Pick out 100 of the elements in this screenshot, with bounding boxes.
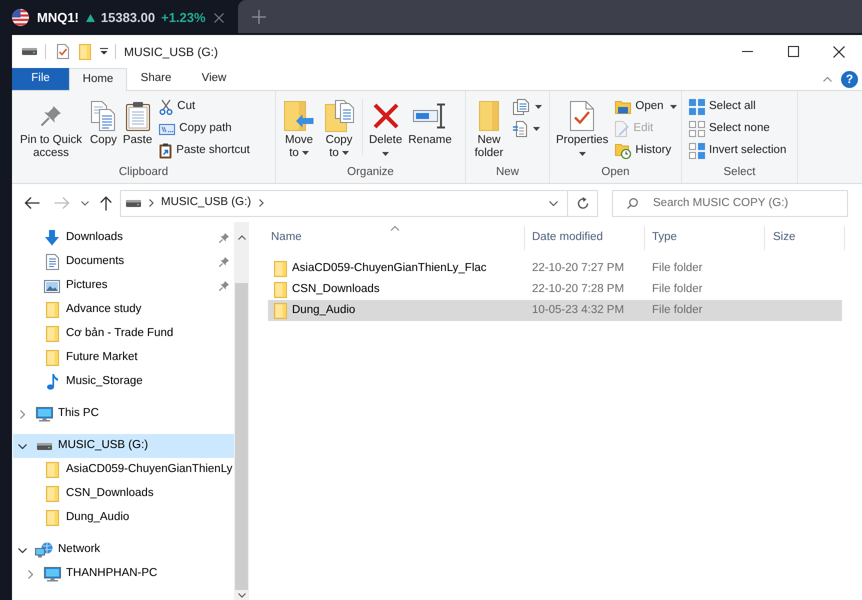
file-row[interactable]: Dung_Audio 10-05-23 4:32 PM File folder: [268, 300, 842, 321]
ticker-symbol: MNQ1!: [37, 8, 79, 27]
ribbon-small-button[interactable]: [510, 96, 545, 118]
ribbon-small-button[interactable]: Select all: [686, 96, 790, 118]
minimize-icon[interactable]: [742, 51, 752, 52]
nav-item[interactable]: Pictures: [13, 274, 234, 298]
document-icon: [513, 121, 527, 137]
nav-item[interactable]: CSN_Downloads: [13, 482, 234, 506]
refresh-button[interactable]: [568, 190, 598, 216]
folder-icon: [46, 302, 58, 318]
nav-item[interactable]: MUSIC_USB (G:): [13, 434, 234, 458]
maximize-icon[interactable]: [788, 46, 798, 57]
ribbon-button[interactable]: Copy to: [320, 91, 358, 161]
drive-icon: [36, 442, 52, 450]
chevron-right-icon[interactable]: [149, 199, 154, 207]
pencil-document-icon: [615, 121, 630, 137]
nav-item[interactable]: Future Market: [13, 346, 234, 370]
chevron-down-icon[interactable]: [81, 200, 89, 206]
scrollbar[interactable]: [234, 222, 249, 600]
ribbon-button[interactable]: Move to: [280, 91, 318, 161]
group-label: New: [496, 165, 519, 180]
chevron-right-icon[interactable]: [20, 410, 24, 418]
address-bar[interactable]: MUSIC_USB (G:): [120, 190, 568, 216]
chevron-right-icon[interactable]: [28, 570, 32, 578]
folder-icon: [274, 282, 287, 298]
ribbon-button[interactable]: Paste: [120, 91, 154, 161]
checkmark-document-icon[interactable]: [57, 44, 69, 59]
nav-item[interactable]: Network: [13, 538, 234, 562]
ribbon-button[interactable]: Delete: [367, 91, 404, 161]
ribbon-tab[interactable]: Share: [127, 68, 185, 90]
column-header[interactable]: Date modified: [525, 226, 645, 250]
help-button[interactable]: ?: [841, 70, 858, 88]
scroll-down-icon[interactable]: [238, 592, 246, 598]
ribbon-small-button[interactable]: Invert selection: [686, 140, 790, 162]
nav-item[interactable]: This PC: [13, 402, 234, 426]
search-icon: [627, 198, 638, 208]
nav-item[interactable]: Advance study: [13, 298, 234, 322]
ribbon-small-button[interactable]: Cut: [156, 96, 253, 118]
chevron-down-icon[interactable]: [549, 200, 558, 206]
window-title: MUSIC_USB (G:): [124, 44, 218, 60]
nav-item[interactable]: Documents: [13, 250, 234, 274]
nav-item[interactable]: Music_Storage: [13, 370, 234, 394]
ribbon-tab[interactable]: View: [185, 68, 243, 90]
ribbon-tab[interactable]: File: [12, 68, 69, 90]
ribbon-small-button[interactable]: History: [612, 140, 680, 162]
drive-icon: [22, 48, 37, 55]
ribbon-button[interactable]: Properties: [554, 91, 610, 161]
folder-icon: [274, 302, 287, 318]
chevron-down-icon[interactable]: [18, 548, 26, 552]
price-text: 15383.00: [100, 8, 156, 27]
scroll-up-icon[interactable]: [238, 234, 246, 240]
folder-icon: [46, 350, 58, 366]
plus-icon[interactable]: [252, 10, 266, 24]
ribbon-small-button[interactable]: Copy path: [156, 118, 253, 140]
file-name: CSN_Downloads: [292, 282, 380, 297]
folder-icon: [479, 101, 499, 131]
ribbon-small-button[interactable]: Select none: [686, 118, 790, 140]
ribbon-button[interactable]: Copy: [88, 91, 119, 161]
clipboard-icon: [126, 101, 150, 131]
chevron-down-icon[interactable]: [18, 444, 26, 448]
documents-icon: [513, 99, 529, 115]
ribbon-small-button[interactable]: Open: [612, 96, 680, 118]
column-header[interactable]: Size: [765, 226, 845, 250]
search-field[interactable]: Search MUSIC COPY (G:): [612, 190, 848, 216]
monitor-icon: [44, 566, 60, 582]
type-cell: File folder: [652, 304, 702, 316]
ribbon-button[interactable]: Pin to Quick access: [16, 91, 86, 161]
caret-down-icon: [670, 105, 677, 109]
ribbon-button[interactable]: Rename: [406, 91, 454, 161]
nav-item[interactable]: AsiaCD059-ChuyenGianThienLy: [13, 458, 234, 482]
clock-folder-icon: [615, 143, 632, 159]
file-row[interactable]: CSN_Downloads 22-10-20 7:28 PM File folder: [268, 279, 842, 300]
column-header[interactable]: Name: [265, 226, 525, 250]
chevron-up-icon[interactable]: [823, 76, 832, 82]
file-row[interactable]: AsiaCD059-ChuyenGianThienLy_Flac 22-10-20 7:27 PM File folder: [268, 258, 842, 279]
file-name: Dung_Audio: [292, 302, 356, 318]
breadcrumb[interactable]: MUSIC_USB (G:): [161, 194, 252, 212]
scrollbar-thumb[interactable]: [235, 283, 248, 590]
nav-item[interactable]: Dung_Audio: [13, 506, 234, 530]
file-name: AsiaCD059-ChuyenGianThienLy_Flac: [292, 260, 487, 276]
chevron-right-icon[interactable]: [259, 199, 264, 207]
caret-down-icon: [382, 152, 390, 156]
cross-icon: [372, 103, 399, 129]
date-modified-cell: 10-05-23 4:32 PM: [532, 304, 624, 316]
up-arrow-icon[interactable]: [100, 196, 112, 210]
column-header[interactable]: Type: [645, 226, 765, 250]
back-arrow-icon[interactable]: [24, 196, 40, 210]
ribbon-button[interactable]: New folder: [470, 91, 508, 161]
nav-item[interactable]: Downloads: [13, 226, 234, 250]
dropdown-icon[interactable]: [100, 48, 108, 55]
text-cursor-icon: [413, 103, 446, 129]
nav-item[interactable]: THANHPHAN-PC: [13, 562, 234, 586]
ribbon-tab[interactable]: Home: [69, 68, 127, 91]
music-note-icon: [46, 374, 58, 390]
caret-down-icon: [342, 150, 349, 155]
close-icon[interactable]: [833, 46, 845, 58]
pushpin-icon: [40, 105, 62, 127]
nav-item[interactable]: Cơ bản - Trade Fund: [13, 322, 234, 346]
folder-icon: [46, 462, 58, 478]
ribbon-small-button[interactable]: Paste shortcut: [156, 140, 253, 162]
